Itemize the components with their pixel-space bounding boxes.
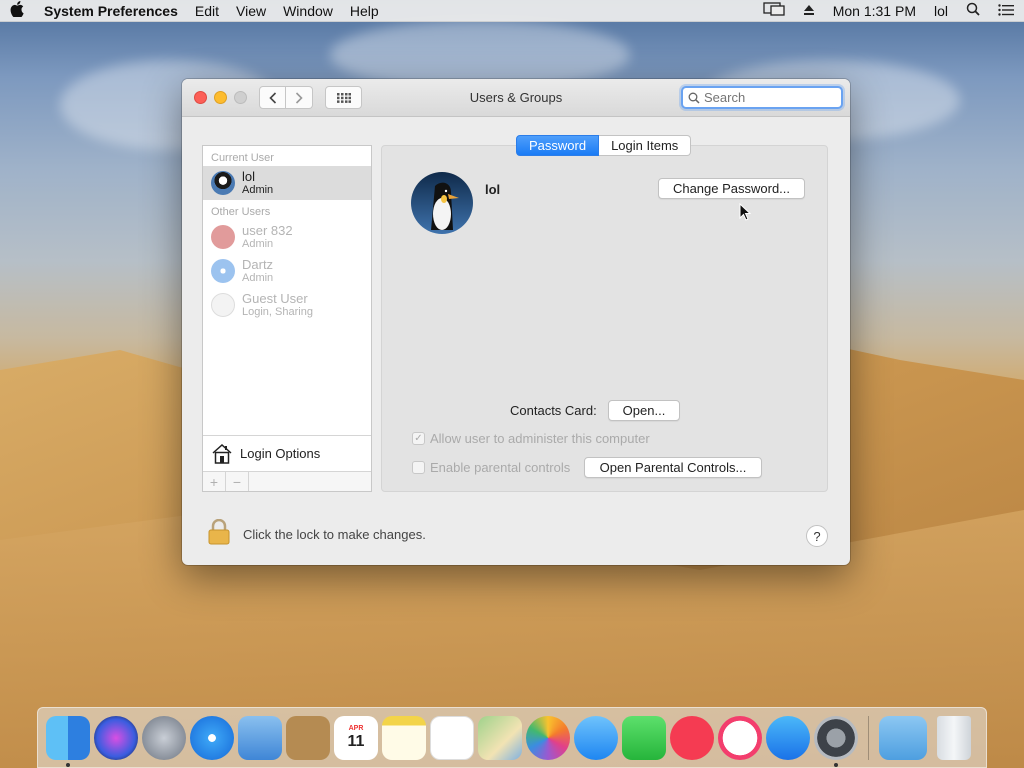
search-field[interactable] — [681, 86, 843, 109]
apple-menu-icon[interactable] — [10, 0, 28, 21]
tab-password[interactable]: Password — [516, 135, 600, 156]
contacts-icon[interactable] — [286, 715, 330, 760]
remove-user-button[interactable]: − — [226, 472, 249, 491]
launchpad-icon[interactable] — [142, 715, 186, 760]
user-item-guest[interactable]: Guest User Login, Sharing — [203, 288, 371, 322]
user-name: user 832 — [242, 222, 293, 238]
safari-icon[interactable] — [190, 715, 234, 760]
news-icon[interactable] — [670, 715, 714, 760]
house-icon — [212, 443, 232, 464]
other-users-header: Other Users — [211, 206, 271, 218]
clock[interactable]: Mon 1:31 PM — [833, 3, 916, 19]
checkbox-box — [412, 461, 425, 474]
system-preferences-icon[interactable] — [814, 715, 858, 767]
eject-icon[interactable] — [803, 3, 815, 19]
lock-message: Click the lock to make changes. — [243, 527, 426, 542]
maps-icon[interactable] — [478, 715, 522, 760]
parental-controls-label: Enable parental controls — [430, 460, 571, 475]
user-item-dartz[interactable]: Dartz Admin — [203, 254, 371, 288]
user-name: lol — [242, 168, 256, 184]
menu-help[interactable]: Help — [350, 3, 379, 19]
tab-bar: Password Login Items — [516, 135, 692, 156]
user-display-name: lol — [485, 182, 501, 197]
sidebar-footer: + − — [203, 471, 371, 491]
calendar-day: 11 — [347, 732, 365, 750]
user-avatar — [211, 225, 235, 249]
siri-icon[interactable] — [94, 715, 138, 760]
notes-icon[interactable] — [382, 715, 426, 760]
calendar-month: APR — [348, 724, 364, 732]
user-role: Admin — [242, 271, 274, 284]
airplay-icon[interactable] — [763, 2, 785, 19]
dock-separator — [868, 715, 869, 760]
user-role: Admin — [242, 237, 274, 250]
help-button[interactable]: ? — [806, 525, 828, 547]
current-user-header: Current User — [211, 152, 274, 164]
user-name: Guest User — [242, 290, 308, 306]
user-picture[interactable] — [411, 172, 473, 234]
spotlight-search-icon[interactable] — [966, 2, 980, 19]
reminders-icon[interactable] — [430, 715, 474, 760]
penguin-avatar — [211, 171, 235, 195]
user-role: Admin — [242, 183, 274, 196]
user-item-user-832[interactable]: user 832 Admin — [203, 220, 371, 254]
users-sidebar: Current User lol Admin Other Users user … — [202, 145, 372, 492]
title-bar[interactable]: Users & Groups — [182, 79, 850, 117]
open-parental-controls-button[interactable]: Open Parental Controls... — [584, 457, 762, 478]
change-password-button[interactable]: Change Password... — [658, 178, 805, 199]
app-name-menu[interactable]: System Preferences — [44, 3, 178, 19]
user-name: Dartz — [242, 256, 274, 272]
menu-edit[interactable]: Edit — [195, 3, 219, 19]
penguin-avatar — [411, 172, 473, 234]
checkmark-icon: ✓ — [412, 432, 425, 445]
menubar-user[interactable]: lol — [934, 3, 948, 19]
app-store-icon[interactable] — [766, 715, 810, 760]
itunes-icon[interactable] — [718, 715, 762, 760]
facetime-icon[interactable] — [622, 715, 666, 760]
dock: APR 11 — [37, 707, 987, 768]
trash-icon[interactable] — [937, 715, 971, 760]
menu-view[interactable]: View — [236, 3, 266, 19]
snowflake-avatar — [211, 259, 235, 283]
add-user-button[interactable]: + — [203, 472, 226, 491]
photos-icon[interactable] — [526, 715, 570, 760]
finder-icon[interactable] — [46, 715, 90, 767]
calendar-icon[interactable]: APR 11 — [334, 715, 378, 760]
users-groups-window: Users & Groups Current User lol Admin Ot… — [182, 79, 850, 565]
lock-icon[interactable] — [208, 518, 230, 545]
search-input[interactable] — [704, 90, 829, 105]
menu-bar: System Preferences Edit View Window Help… — [0, 0, 1024, 22]
mail-icon[interactable] — [238, 715, 282, 760]
contacts-card-label: Contacts Card: — [510, 403, 597, 418]
mouse-cursor-icon — [739, 203, 751, 221]
tab-login-items[interactable]: Login Items — [599, 135, 692, 156]
guest-avatar-icon — [211, 293, 235, 317]
allow-admin-checkbox[interactable]: ✓ Allow user to administer this computer — [412, 431, 650, 446]
messages-icon[interactable] — [574, 715, 618, 760]
allow-admin-label: Allow user to administer this computer — [430, 431, 650, 446]
search-icon — [688, 92, 700, 104]
notification-center-icon[interactable] — [998, 3, 1014, 19]
parental-controls-checkbox[interactable]: Enable parental controls — [412, 460, 570, 475]
downloads-icon[interactable] — [879, 715, 927, 760]
menu-window[interactable]: Window — [283, 3, 333, 19]
user-item-lol[interactable]: lol Admin — [203, 166, 371, 200]
open-contacts-button[interactable]: Open... — [608, 400, 680, 421]
login-options-item[interactable]: Login Options — [203, 435, 371, 471]
user-role: Login, Sharing — [242, 305, 313, 318]
login-options-label: Login Options — [240, 446, 321, 461]
